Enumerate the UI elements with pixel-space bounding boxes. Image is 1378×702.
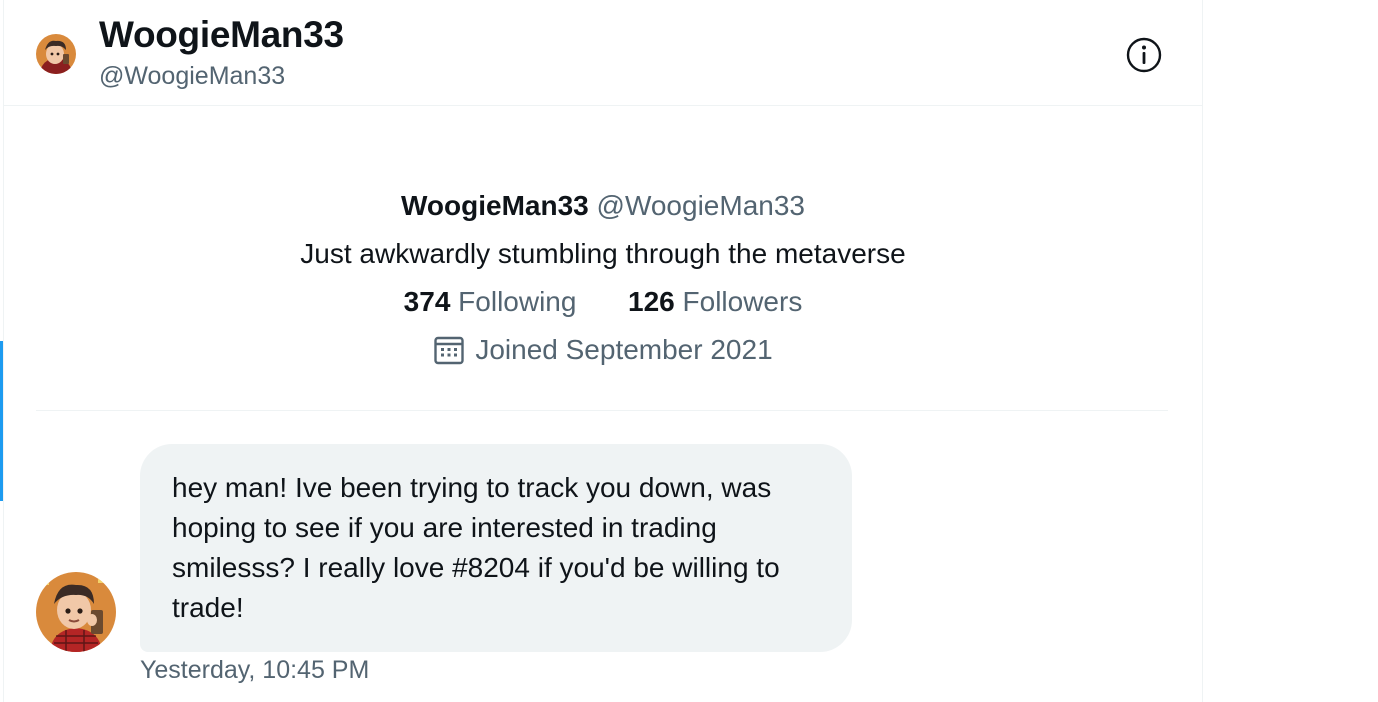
info-icon — [1126, 37, 1162, 73]
profile-summary[interactable]: WoogieMan33 @WoogieMan33 Just awkwardly … — [4, 180, 1202, 372]
followers-count: 126 — [628, 286, 675, 317]
profile-handle: @WoogieMan33 — [596, 190, 805, 221]
dm-conversation-page: WoogieMan33 @WoogieMan33 WoogieMan33 @Wo… — [0, 0, 1378, 702]
conversation-title: WoogieMan33 — [99, 14, 344, 55]
following-count: 374 — [403, 286, 451, 317]
profile-name: WoogieMan33 — [401, 190, 589, 221]
message-bubble[interactable]: hey man! Ive been trying to track you do… — [140, 444, 852, 652]
conversation-handle: @WoogieMan33 — [99, 62, 286, 90]
profile-bio: Just awkwardly stumbling through the met… — [300, 238, 906, 269]
profile-stats: 374 Following 126 Followers — [4, 276, 1202, 328]
sender-avatar[interactable] — [36, 572, 116, 652]
conversation-header: WoogieMan33 @WoogieMan33 — [4, 0, 1202, 106]
profile-name-row: WoogieMan33 @WoogieMan33 — [4, 180, 1202, 232]
joined-date: Joined September 2021 — [4, 328, 1202, 372]
right-border — [1202, 0, 1203, 702]
divider — [36, 410, 1168, 411]
message-timestamp: Yesterday, 10:45 PM — [140, 656, 370, 684]
scroll-accent — [0, 341, 3, 501]
following-label: Following — [458, 286, 577, 317]
calendar-icon — [434, 336, 465, 365]
message-text: hey man! Ive been trying to track you do… — [172, 472, 780, 623]
avatar[interactable] — [36, 34, 76, 74]
followers-link[interactable]: 126 Followers — [628, 276, 802, 328]
joined-text: Joined September 2021 — [475, 334, 773, 365]
followers-label: Followers — [682, 286, 803, 317]
info-button[interactable] — [1124, 35, 1164, 75]
following-link[interactable]: 374 Following — [404, 276, 577, 328]
